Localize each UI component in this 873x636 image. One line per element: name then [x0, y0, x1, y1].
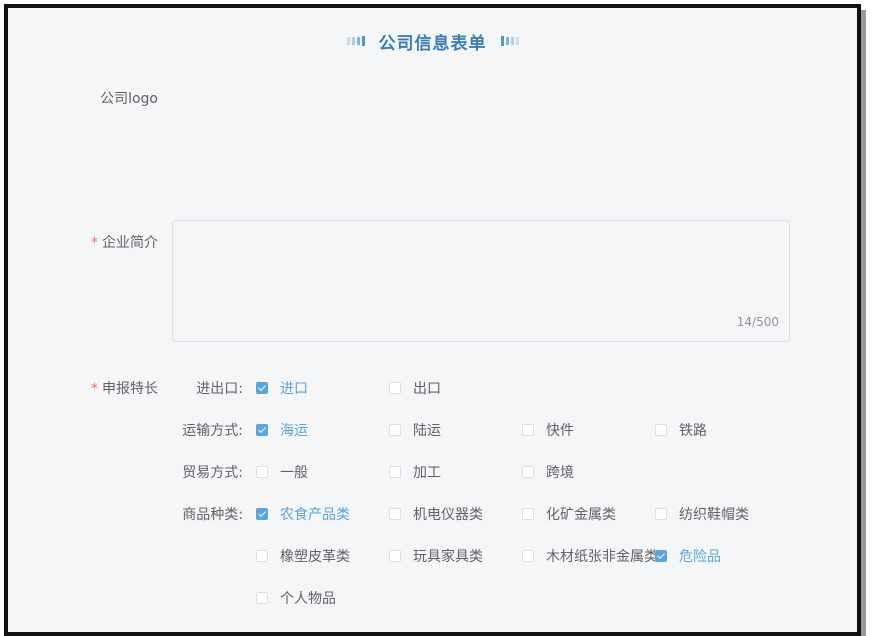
checkbox-icon[interactable]	[256, 592, 268, 604]
checkbox-toys-furniture[interactable]: 玩具家具类	[389, 546, 483, 566]
checkbox-dangerous-goods[interactable]: 危险品	[655, 546, 721, 566]
checkbox-icon[interactable]	[389, 424, 401, 436]
form-title: 公司信息表单	[378, 33, 487, 54]
checkbox-general[interactable]: 一般	[256, 462, 308, 482]
window-shadow-right	[861, 10, 866, 634]
import-export-label: 进出口:	[196, 381, 243, 397]
checkbox-icon[interactable]	[655, 550, 667, 562]
checkbox-icon[interactable]	[256, 508, 268, 520]
trade-label: 贸易方式:	[182, 465, 243, 481]
checkbox-cross-border[interactable]: 跨境	[522, 462, 574, 482]
intro-char-counter: 14/500	[736, 315, 779, 329]
checkbox-wood-paper[interactable]: 木材纸张非金属类	[522, 546, 655, 566]
specialty-label: * 申报特长	[91, 381, 158, 397]
checkbox-icon[interactable]	[522, 508, 534, 520]
checkbox-icon[interactable]	[655, 508, 667, 520]
title-decoration-right	[500, 36, 519, 46]
checkbox-rubber-leather[interactable]: 橡塑皮革类	[256, 546, 350, 566]
checkbox-icon[interactable]	[389, 382, 401, 394]
checkbox-land[interactable]: 陆运	[389, 420, 441, 440]
checkbox-personal-items[interactable]: 个人物品	[256, 588, 336, 608]
checkbox-sea[interactable]: 海运	[256, 420, 308, 440]
checkbox-agri-food[interactable]: 农食产品类	[256, 504, 350, 524]
logo-label: 公司logo	[100, 91, 158, 107]
checkbox-icon[interactable]	[389, 508, 401, 520]
required-mark: *	[91, 381, 98, 397]
checkbox-processing[interactable]: 加工	[389, 462, 441, 482]
intro-label: * 企业简介	[91, 235, 158, 251]
checkbox-icon[interactable]	[522, 550, 534, 562]
checkbox-icon[interactable]	[522, 424, 534, 436]
form-header: 公司信息表单	[8, 28, 857, 54]
checkbox-chemical-mineral[interactable]: 化矿金属类	[522, 504, 616, 524]
checkbox-icon[interactable]	[256, 424, 268, 436]
checkbox-icon[interactable]	[522, 466, 534, 478]
checkbox-icon[interactable]	[256, 382, 268, 394]
checkbox-electromechanical[interactable]: 机电仪器类	[389, 504, 483, 524]
form-panel: 公司信息表单 公司logo * 企业简介 14/500 * 申报特长 进出口: 运输…	[4, 4, 861, 636]
goods-label: 商品种类:	[182, 507, 243, 523]
title-decoration-left	[346, 36, 365, 46]
checkbox-icon[interactable]	[389, 466, 401, 478]
checkbox-export[interactable]: 出口	[389, 378, 441, 398]
intro-textarea[interactable]: 14/500	[172, 220, 790, 342]
checkbox-textile-footwear[interactable]: 纺织鞋帽类	[655, 504, 749, 524]
logo-upload-area[interactable]	[172, 78, 252, 168]
checkbox-icon[interactable]	[256, 550, 268, 562]
checkbox-railway[interactable]: 铁路	[655, 420, 707, 440]
checkbox-express[interactable]: 快件	[522, 420, 574, 440]
checkbox-icon[interactable]	[655, 424, 667, 436]
transport-label: 运输方式:	[182, 423, 243, 439]
required-mark: *	[91, 235, 98, 251]
checkbox-icon[interactable]	[256, 466, 268, 478]
checkbox-icon[interactable]	[389, 550, 401, 562]
checkbox-import[interactable]: 进口	[256, 378, 308, 398]
